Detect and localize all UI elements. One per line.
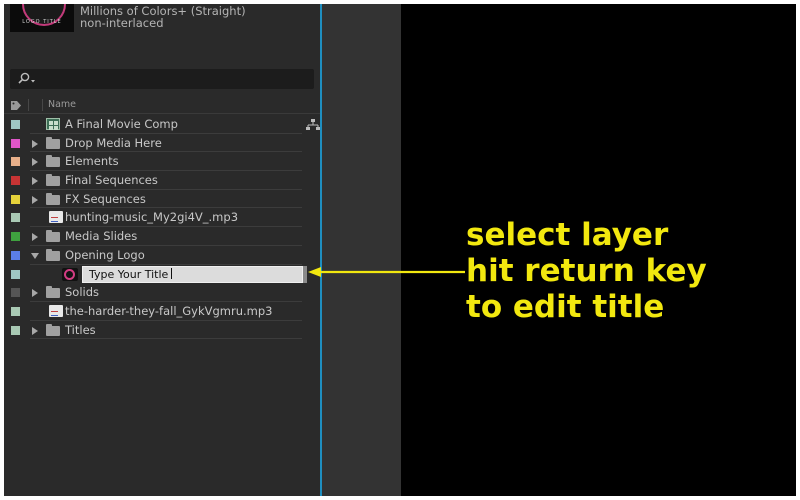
header-separator	[28, 99, 29, 111]
expand-arrow-icon[interactable]	[32, 326, 38, 335]
row-divider	[30, 338, 302, 340]
project-panel: LOGO TITLE Millions of Colors+ (Straight…	[4, 4, 320, 496]
project-item-media-slides[interactable]: Media Slides	[4, 227, 320, 246]
project-item-elements[interactable]: Elements	[4, 152, 320, 172]
label-tag-icon[interactable]	[10, 100, 22, 111]
panel-gap	[322, 4, 401, 496]
annotation-arrow-icon	[308, 267, 465, 277]
label-color-swatch[interactable]	[11, 325, 20, 335]
app-window: LOGO TITLE Millions of Colors+ (Straight…	[4, 4, 796, 496]
text-cursor	[171, 267, 173, 279]
item-name: FX Sequences	[65, 191, 146, 206]
expand-arrow-icon[interactable]	[32, 177, 38, 186]
thumbnail-text: LOGO TITLE	[22, 19, 62, 25]
label-color-swatch[interactable]	[11, 157, 20, 167]
label-color-swatch[interactable]	[11, 176, 20, 186]
project-item-final-sequences[interactable]: Final Sequences	[4, 171, 320, 190]
folder-icon	[46, 230, 60, 243]
layer-thumbnail-icon	[62, 267, 78, 281]
project-item-the-harder-they-fall[interactable]: the-harder-they-fall_GykVgmru.mp3	[4, 302, 320, 321]
item-name: Drop Media Here	[65, 135, 162, 150]
name-column-header[interactable]: Name	[48, 99, 76, 110]
label-color-swatch[interactable]	[11, 120, 20, 129]
label-color-swatch[interactable]	[11, 232, 20, 242]
annotation-line-2: hit return key	[466, 253, 707, 289]
header-separator	[42, 99, 43, 111]
folder-icon	[46, 286, 60, 299]
expand-arrow-icon[interactable]	[32, 289, 38, 298]
annotation-line-3: to edit title	[466, 289, 665, 325]
label-color-swatch[interactable]	[11, 288, 20, 298]
folder-icon	[46, 192, 60, 205]
project-item-type-your-title[interactable]: Type Your Title	[4, 265, 320, 284]
search-field[interactable]	[10, 69, 314, 89]
rename-input-text[interactable]: Type Your Title	[89, 268, 168, 281]
project-item-titles[interactable]: Titles	[4, 321, 320, 340]
expand-arrow-icon[interactable]	[32, 195, 38, 204]
item-name: Final Sequences	[65, 173, 158, 188]
expand-arrow-icon[interactable]	[32, 233, 38, 242]
item-name: A Final Movie Comp	[65, 117, 178, 131]
item-name: hunting-music_My2gi4V_.mp3	[65, 210, 239, 225]
folder-open-icon	[46, 248, 60, 261]
item-name: Elements	[65, 154, 119, 169]
item-name: the-harder-they-fall_GykVgmru.mp3	[65, 303, 273, 318]
label-color-swatch[interactable]	[11, 250, 20, 260]
rename-input[interactable]: Type Your Title	[82, 265, 303, 283]
expand-arrow-icon[interactable]	[32, 158, 38, 167]
item-name: Media Slides	[65, 229, 138, 244]
item-name: Solids	[65, 285, 100, 300]
scan-info: non-interlaced	[80, 16, 164, 30]
project-item-hunting-music[interactable]: hunting-music_My2gi4V_.mp3	[4, 208, 320, 228]
audio-file-icon	[49, 304, 63, 317]
project-item-solids[interactable]: Solids	[4, 283, 320, 302]
project-item-list: A Final Movie Comp Drop Media Here Eleme…	[4, 115, 320, 340]
item-name: Opening Logo	[65, 247, 145, 262]
label-color-swatch[interactable]	[11, 213, 20, 223]
project-item-opening-logo[interactable]: Opening Logo	[4, 246, 320, 265]
preview-area: LOGO TITLE Millions of Colors+ (Straight…	[4, 4, 320, 68]
label-color-swatch[interactable]	[11, 306, 20, 316]
item-name: Titles	[65, 322, 96, 337]
folder-icon	[46, 155, 60, 168]
flowchart-icon[interactable]	[306, 119, 320, 131]
column-header: Name	[4, 97, 320, 114]
search-icon[interactable]	[16, 72, 38, 86]
project-item-final-movie-comp[interactable]: A Final Movie Comp	[4, 115, 320, 134]
folder-icon	[46, 174, 60, 187]
label-color-swatch[interactable]	[11, 269, 20, 279]
project-item-fx-sequences[interactable]: FX Sequences	[4, 190, 320, 209]
label-color-swatch[interactable]	[11, 138, 20, 148]
expand-arrow-icon[interactable]	[32, 139, 38, 148]
composition-icon	[46, 118, 60, 130]
project-item-drop-media-here[interactable]: Drop Media Here	[4, 134, 320, 153]
annotation-line-1: select layer	[466, 217, 669, 253]
audio-file-icon	[49, 211, 63, 224]
folder-icon	[46, 136, 60, 149]
folder-icon	[46, 323, 60, 336]
collapse-arrow-icon[interactable]	[31, 252, 39, 259]
label-color-swatch[interactable]	[11, 194, 20, 204]
footage-thumbnail: LOGO TITLE	[10, 4, 74, 32]
